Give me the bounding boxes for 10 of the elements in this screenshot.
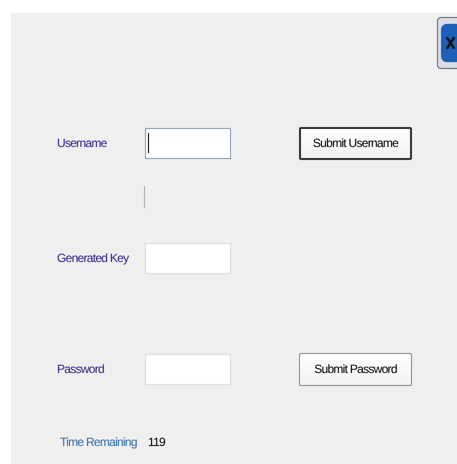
field-label: Password <box>57 361 105 378</box>
close-icon <box>441 23 457 63</box>
field-label: Username <box>57 135 108 152</box>
input-field[interactable] <box>145 128 231 158</box>
field-label: Generated Key <box>57 250 130 267</box>
timer-value: 119 <box>148 434 165 451</box>
timer-label: Time Remaining <box>60 434 138 451</box>
close-button[interactable] <box>437 17 457 69</box>
submit-button[interactable]: Submit Password <box>299 352 412 386</box>
submit-button[interactable]: Submit Username <box>299 126 412 160</box>
